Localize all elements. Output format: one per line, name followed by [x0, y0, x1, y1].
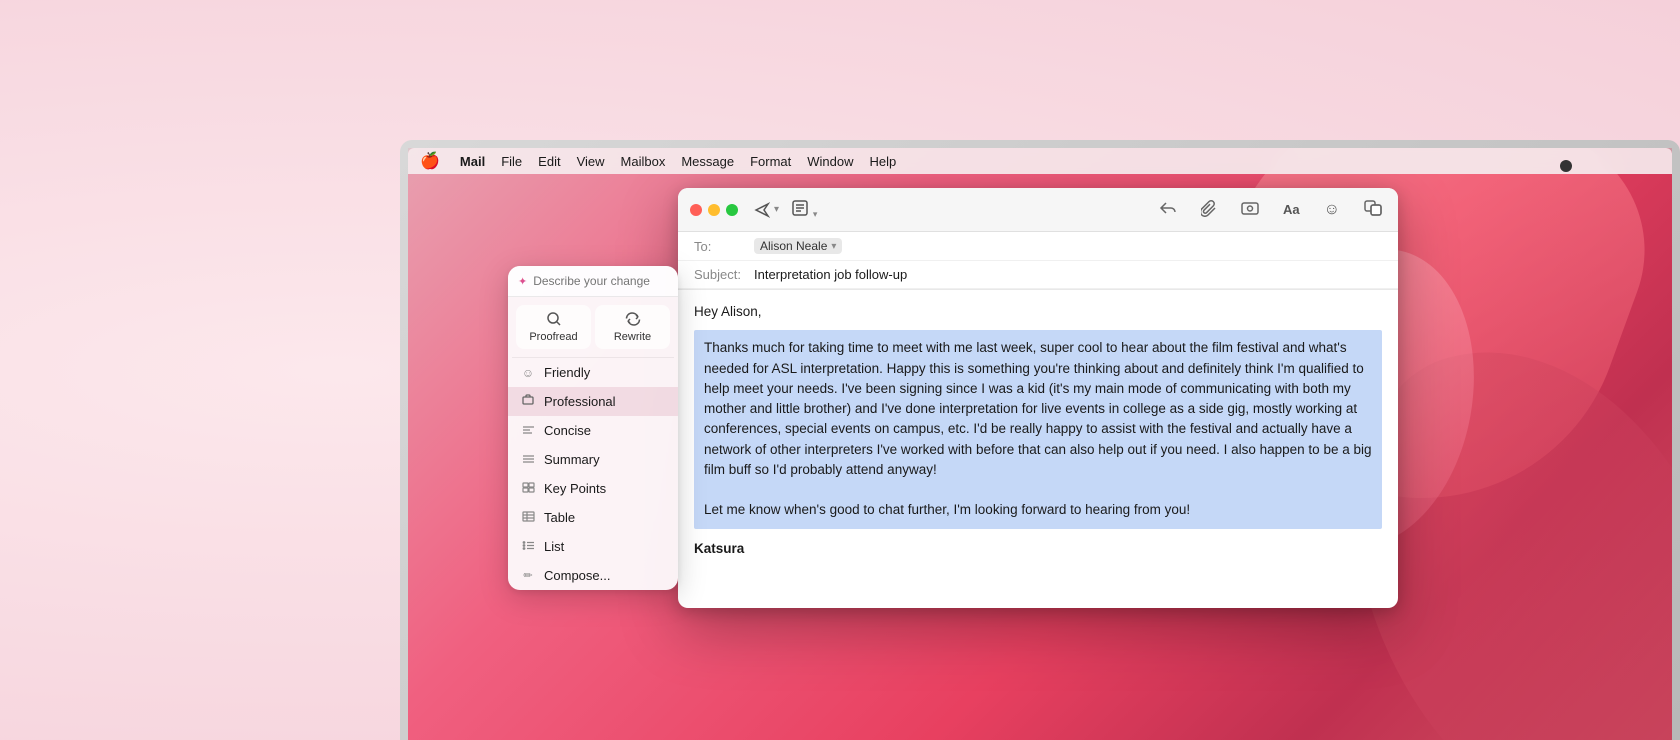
send-options-button[interactable]: ▾ [774, 204, 779, 215]
recipient-tag[interactable]: Alison Neale ▾ [754, 238, 842, 254]
attachment-button[interactable] [1197, 197, 1221, 222]
photo-button[interactable] [1237, 198, 1263, 221]
minimize-button[interactable] [708, 204, 720, 216]
friendly-icon: ☺ [520, 366, 536, 380]
ai-actions: Proofread Rewrite [508, 297, 678, 357]
mail-greeting: Hey Alison, [694, 302, 1382, 322]
menubar-mail[interactable]: Mail [460, 154, 485, 169]
menubar-message[interactable]: Message [681, 154, 734, 169]
subject-field-row: Subject: Interpretation job follow-up [678, 261, 1398, 289]
compose-icon: ✏ [520, 569, 536, 582]
fullscreen-button[interactable] [726, 204, 738, 216]
keypoints-icon [520, 482, 536, 496]
ai-menu-keypoints[interactable]: Key Points [508, 474, 678, 503]
ai-search-input[interactable] [533, 274, 678, 288]
subject-label: Subject: [694, 267, 754, 282]
to-value[interactable]: Alison Neale ▾ [754, 238, 1382, 254]
mail-signature: Katsura [694, 539, 1382, 559]
to-field-row: To: Alison Neale ▾ [678, 232, 1398, 261]
menubar-edit[interactable]: Edit [538, 154, 560, 169]
ai-menu-table[interactable]: Table [508, 503, 678, 532]
table-icon [520, 511, 536, 525]
font-button[interactable]: Aa [1279, 200, 1304, 219]
menubar-format[interactable]: Format [750, 154, 791, 169]
rewrite-button[interactable]: Rewrite [595, 305, 670, 349]
to-label: To: [694, 239, 754, 254]
screen: 🍎 Mail File Edit View Mailbox Message Fo… [408, 148, 1672, 740]
menubar-file[interactable]: File [501, 154, 522, 169]
menubar-window[interactable]: Window [807, 154, 853, 169]
ai-menu-professional[interactable]: Professional [508, 387, 678, 416]
camera [1560, 160, 1572, 172]
note-button[interactable]: ▾ [787, 197, 821, 222]
ai-menu-friendly[interactable]: ☺ Friendly [508, 358, 678, 387]
ai-menu-compose[interactable]: ✏ Compose... [508, 561, 678, 590]
toolbar-icons: Aa ☺ [1155, 197, 1386, 222]
menubar: 🍎 Mail File Edit View Mailbox Message Fo… [408, 148, 1672, 174]
mail-compose-window: ▾ ▾ [678, 188, 1398, 608]
ai-menu-summary[interactable]: Summary [508, 445, 678, 474]
proofread-icon [546, 311, 562, 327]
reply-button[interactable] [1155, 198, 1181, 221]
send-area: ▾ [754, 202, 779, 218]
rewrite-icon [625, 311, 641, 327]
proofread-button[interactable]: Proofread [516, 305, 591, 349]
close-button[interactable] [690, 204, 702, 216]
body-paragraph-1: Thanks much for taking time to meet with… [704, 338, 1372, 480]
mail-fields: To: Alison Neale ▾ Subject: Interpretati… [678, 232, 1398, 290]
list-icon [520, 540, 536, 554]
ai-writing-tools-popup: ✦ Proofread [508, 266, 678, 590]
menubar-view[interactable]: View [577, 154, 605, 169]
mail-body[interactable]: Hey Alison, Thanks much for taking time … [678, 290, 1398, 565]
apple-menu[interactable]: 🍎 [420, 151, 440, 171]
subject-value[interactable]: Interpretation job follow-up [754, 267, 1382, 282]
concise-icon [520, 424, 536, 438]
ai-menu-list[interactable]: List [508, 532, 678, 561]
menubar-help[interactable]: Help [870, 154, 897, 169]
ai-sparkle-icon: ✦ [518, 275, 527, 288]
laptop-frame: 🍎 Mail File Edit View Mailbox Message Fo… [400, 140, 1680, 740]
traffic-lights [690, 204, 738, 216]
photo-library-button[interactable] [1360, 198, 1386, 221]
body-paragraph-2: Let me know when's good to chat further,… [704, 500, 1372, 520]
ai-menu-concise[interactable]: Concise [508, 416, 678, 445]
recipient-dropdown-icon[interactable]: ▾ [831, 241, 836, 252]
ai-search-bar: ✦ [508, 266, 678, 297]
menubar-mailbox[interactable]: Mailbox [621, 154, 666, 169]
summary-icon [520, 453, 536, 467]
window-toolbar: ▾ ▾ [678, 188, 1398, 232]
send-button[interactable] [754, 202, 770, 218]
mail-body-selected-text[interactable]: Thanks much for taking time to meet with… [694, 330, 1382, 528]
emoji-button[interactable]: ☺ [1320, 199, 1344, 221]
professional-icon [520, 394, 536, 409]
